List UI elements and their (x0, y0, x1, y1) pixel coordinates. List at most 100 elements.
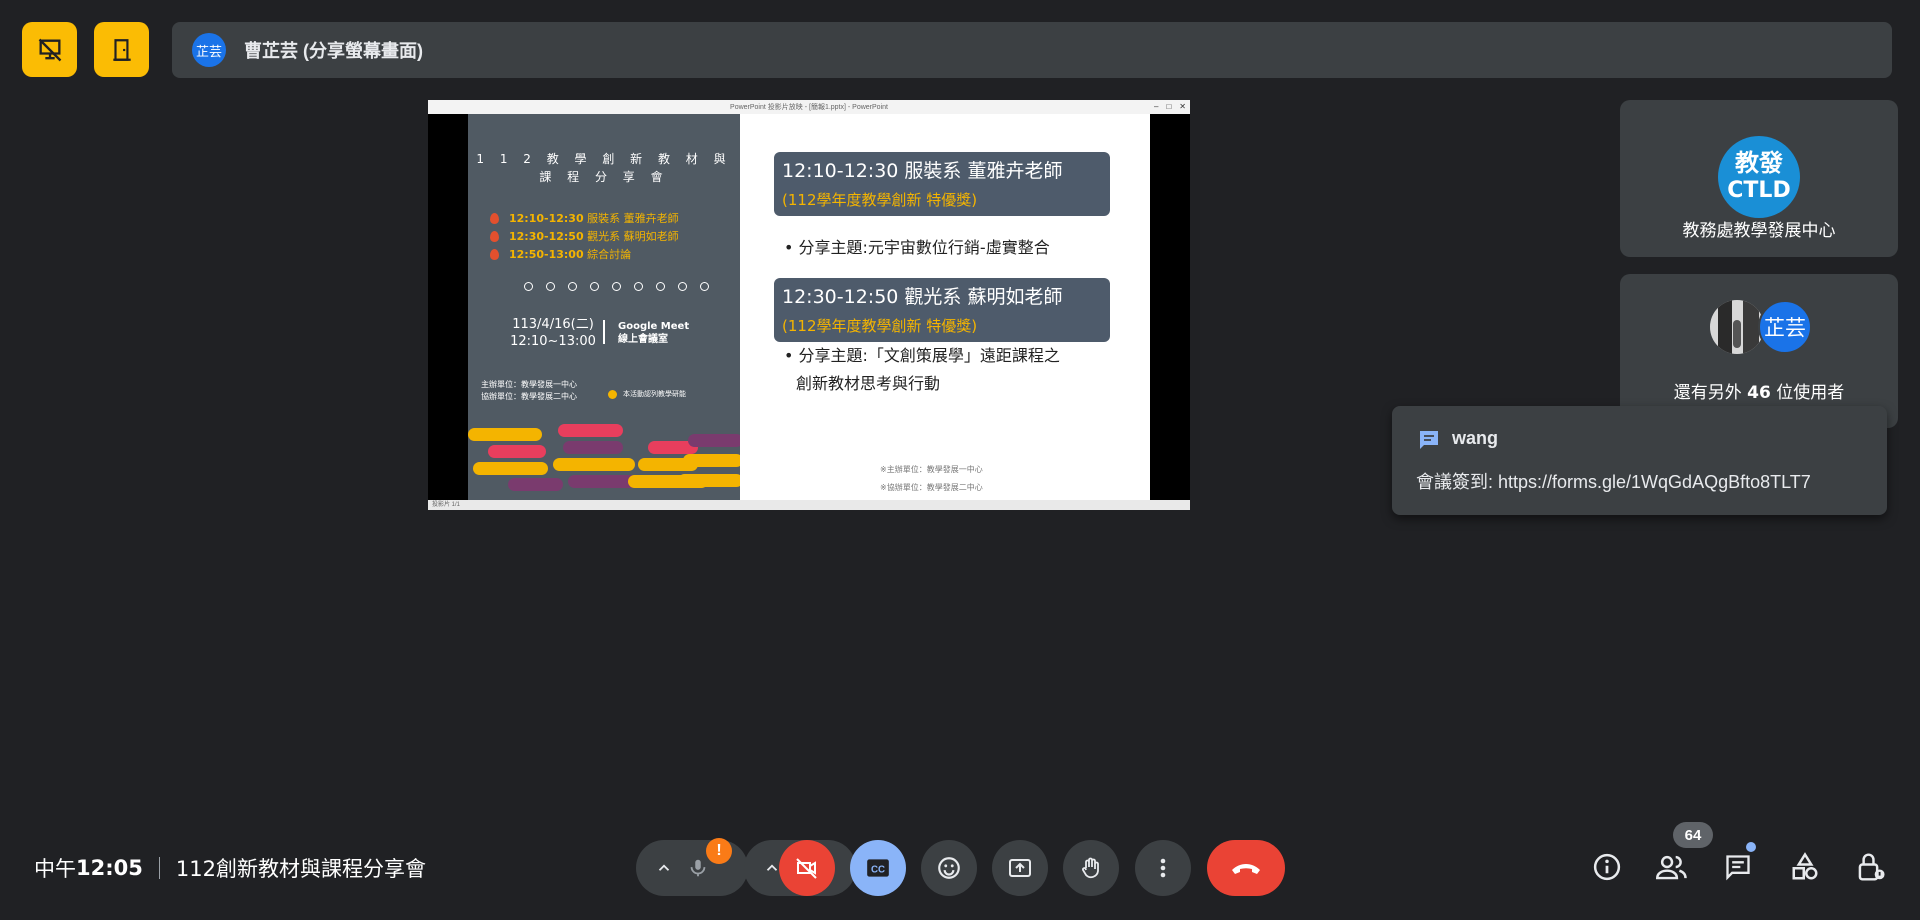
video-off-icon (796, 858, 817, 879)
present-to-all-icon (1009, 859, 1031, 877)
slide-footer-organizer: ※主辦單位：教學發展一中心 (880, 465, 983, 474)
info-icon (1593, 853, 1621, 881)
meeting-info: 中午 12:05 112創新教材與課程分享會 (34, 853, 426, 883)
leave-call-button[interactable] (1207, 840, 1285, 896)
host-controls-button[interactable] (1851, 847, 1891, 887)
time-prefix: 中午 (34, 857, 76, 881)
window-title-bar: PowerPoint 投影片放映 - [簡報1.pptx] - PowerPoi… (428, 100, 1190, 114)
hand-icon (1082, 857, 1099, 879)
schedule-text: 觀光系 蘇明如老師 (587, 230, 679, 243)
time-line: 12:10~13:00 (510, 334, 596, 349)
slide-left-panel: 1 1 2 教 學 創 新 教 材 與 課 程 分 享 會 12:10-12:3… (468, 114, 740, 500)
chat-sender: wang (1452, 428, 1499, 448)
lightbulb-icon (608, 389, 617, 399)
venue-line1: Google Meet (618, 321, 690, 332)
others-count: 46 (1747, 383, 1771, 403)
logo-line2: CTLD (1727, 178, 1791, 203)
minimize-icon: – (1154, 102, 1159, 111)
divider (158, 857, 160, 879)
credit-note: 本活動認列教學研能 (608, 389, 686, 399)
closed-captions-icon: CC (867, 859, 889, 877)
schedule-item: 12:10-12:30 服裝系 董雅卉老師 (490, 210, 679, 226)
event-title-line1: 1 1 2 教 學 創 新 教 材 與 (476, 152, 732, 166)
session2-title: 12:30-12:50 觀光系 蘇明如老師 (782, 286, 1063, 308)
end-call-icon (1232, 864, 1260, 874)
camera-off-button[interactable] (779, 840, 835, 896)
session1-title: 12:10-12:30 服裝系 董雅卉老師 (782, 160, 1063, 182)
presenter-bar: 芷芸 曹芷芸 (分享螢幕畫面) (172, 22, 1892, 78)
unread-dot (1746, 842, 1756, 852)
microphone-icon (690, 859, 706, 877)
pin-icon (490, 212, 499, 224)
meeting-details-button[interactable] (1587, 847, 1627, 887)
schedule-text: 服裝系 董雅卉老師 (587, 212, 679, 225)
present-screen-button[interactable] (992, 840, 1048, 896)
people-count-badge: 64 (1673, 822, 1713, 848)
venue-line2: 線上會議室 (618, 334, 668, 345)
event-venue: Google Meet 線上會議室 (618, 320, 689, 346)
people-icon (1656, 855, 1687, 880)
schedule-item: 12:50-13:00 綜合討論 (490, 246, 631, 262)
slide-counter: 投影片 1/1 (432, 502, 461, 508)
session2-topic-line1: • 分享主題:「文創策展學」遠距課程之 (784, 346, 1060, 365)
activities-button[interactable] (1785, 847, 1825, 887)
more-options-button[interactable] (1135, 840, 1191, 896)
pin-icon (490, 230, 499, 242)
door-exit-icon[interactable] (94, 22, 149, 77)
window-title: PowerPoint 投影片放映 - [簡報1.pptx] - PowerPoi… (730, 104, 888, 111)
people-button[interactable] (1652, 847, 1692, 887)
meeting-title: 112創新教材與課程分享會 (175, 857, 426, 881)
schedule-text: 綜合討論 (587, 248, 632, 261)
date-line: 113/4/16(二) (512, 317, 594, 332)
chat-message-icon (1420, 431, 1438, 449)
captions-button[interactable]: CC (850, 840, 906, 896)
session1-award: (112學年度教學創新 特優獎) (782, 191, 978, 209)
slide-right-panel: 12:10-12:30 服裝系 董雅卉老師 (112學年度教學創新 特優獎) •… (740, 114, 1150, 500)
presenter-avatar: 芷芸 (192, 33, 226, 67)
participant-photo (1710, 300, 1764, 354)
window-status-bar: 投影片 1/1 (428, 500, 1190, 510)
pin-icon (490, 248, 499, 260)
organizers: 主辦單位：教學發展一中心 協辦單位：教學發展二中心 (481, 379, 577, 403)
emoji-icon (938, 857, 960, 879)
event-title-line2: 課 程 分 享 會 (539, 170, 669, 184)
decorative-dots (524, 282, 709, 291)
schedule-item: 12:30-12:50 觀光系 蘇明如老師 (490, 228, 679, 244)
co-organizer: 協辦單位：教學發展二中心 (481, 392, 577, 401)
note-text: 本活動認列教學研能 (623, 390, 686, 398)
chat-message: 會議簽到: https://forms.gle/1WqGdAQgBfto8TLT… (1416, 472, 1811, 492)
logo-line1: 教發 (1735, 149, 1783, 177)
presenter-label: 曹芷芸 (分享螢幕畫面) (244, 41, 423, 61)
participant-tile-others[interactable]: 芷芸 還有另外 46 位使用者 (1620, 274, 1898, 428)
emoji-reactions-button[interactable] (921, 840, 977, 896)
clock: 12:05 (76, 856, 143, 880)
chat-notification[interactable]: wang 會議簽到: https://forms.gle/1WqGdAQgBft… (1392, 406, 1887, 515)
participant-tile-ctld[interactable]: 教發 CTLD 教務處教學發展中心 (1620, 100, 1898, 257)
svg-text:CC: CC (871, 864, 885, 875)
session2-box: 12:30-12:50 觀光系 蘇明如老師 (112學年度教學創新 特優獎) (774, 278, 1110, 342)
maximize-icon: □ (1166, 102, 1172, 111)
chat-icon (1726, 855, 1750, 881)
chat-button[interactable] (1718, 847, 1758, 887)
session2-topic-line2: 創新教材思考與行動 (796, 374, 941, 393)
participant-avatar: 芷芸 (1758, 300, 1812, 354)
event-date: 113/4/16(二) 12:10~13:00 (498, 316, 608, 350)
close-icon: ✕ (1179, 102, 1186, 111)
shared-screen[interactable]: PowerPoint 投影片放映 - [簡報1.pptx] - PowerPoi… (428, 100, 1190, 510)
shapes-icon (1792, 852, 1818, 880)
schedule-time: 12:30-12:50 (509, 229, 584, 243)
organizer: 主辦單位：教學發展一中心 (481, 380, 577, 389)
participant-name: 教務處教學發展中心 (1682, 221, 1836, 241)
raise-hand-button[interactable] (1063, 840, 1119, 896)
ctld-logo: 教發 CTLD (1718, 136, 1800, 218)
session1-topic: • 分享主題:元宇宙數位行銷-虛實整合 (784, 238, 1050, 257)
mic-alert-badge[interactable]: ! (706, 838, 732, 864)
session1-box: 12:10-12:30 服裝系 董雅卉老師 (112學年度教學創新 特優獎) (774, 152, 1110, 216)
session2-award: (112學年度教學創新 特優獎) (782, 317, 978, 335)
presentation-off-icon[interactable] (22, 22, 77, 77)
schedule-time: 12:50-13:00 (509, 247, 584, 261)
schedule-time: 12:10-12:30 (509, 211, 584, 225)
divider (603, 320, 605, 344)
more-vert-icon (1160, 858, 1166, 878)
lock-person-icon (1858, 853, 1885, 881)
